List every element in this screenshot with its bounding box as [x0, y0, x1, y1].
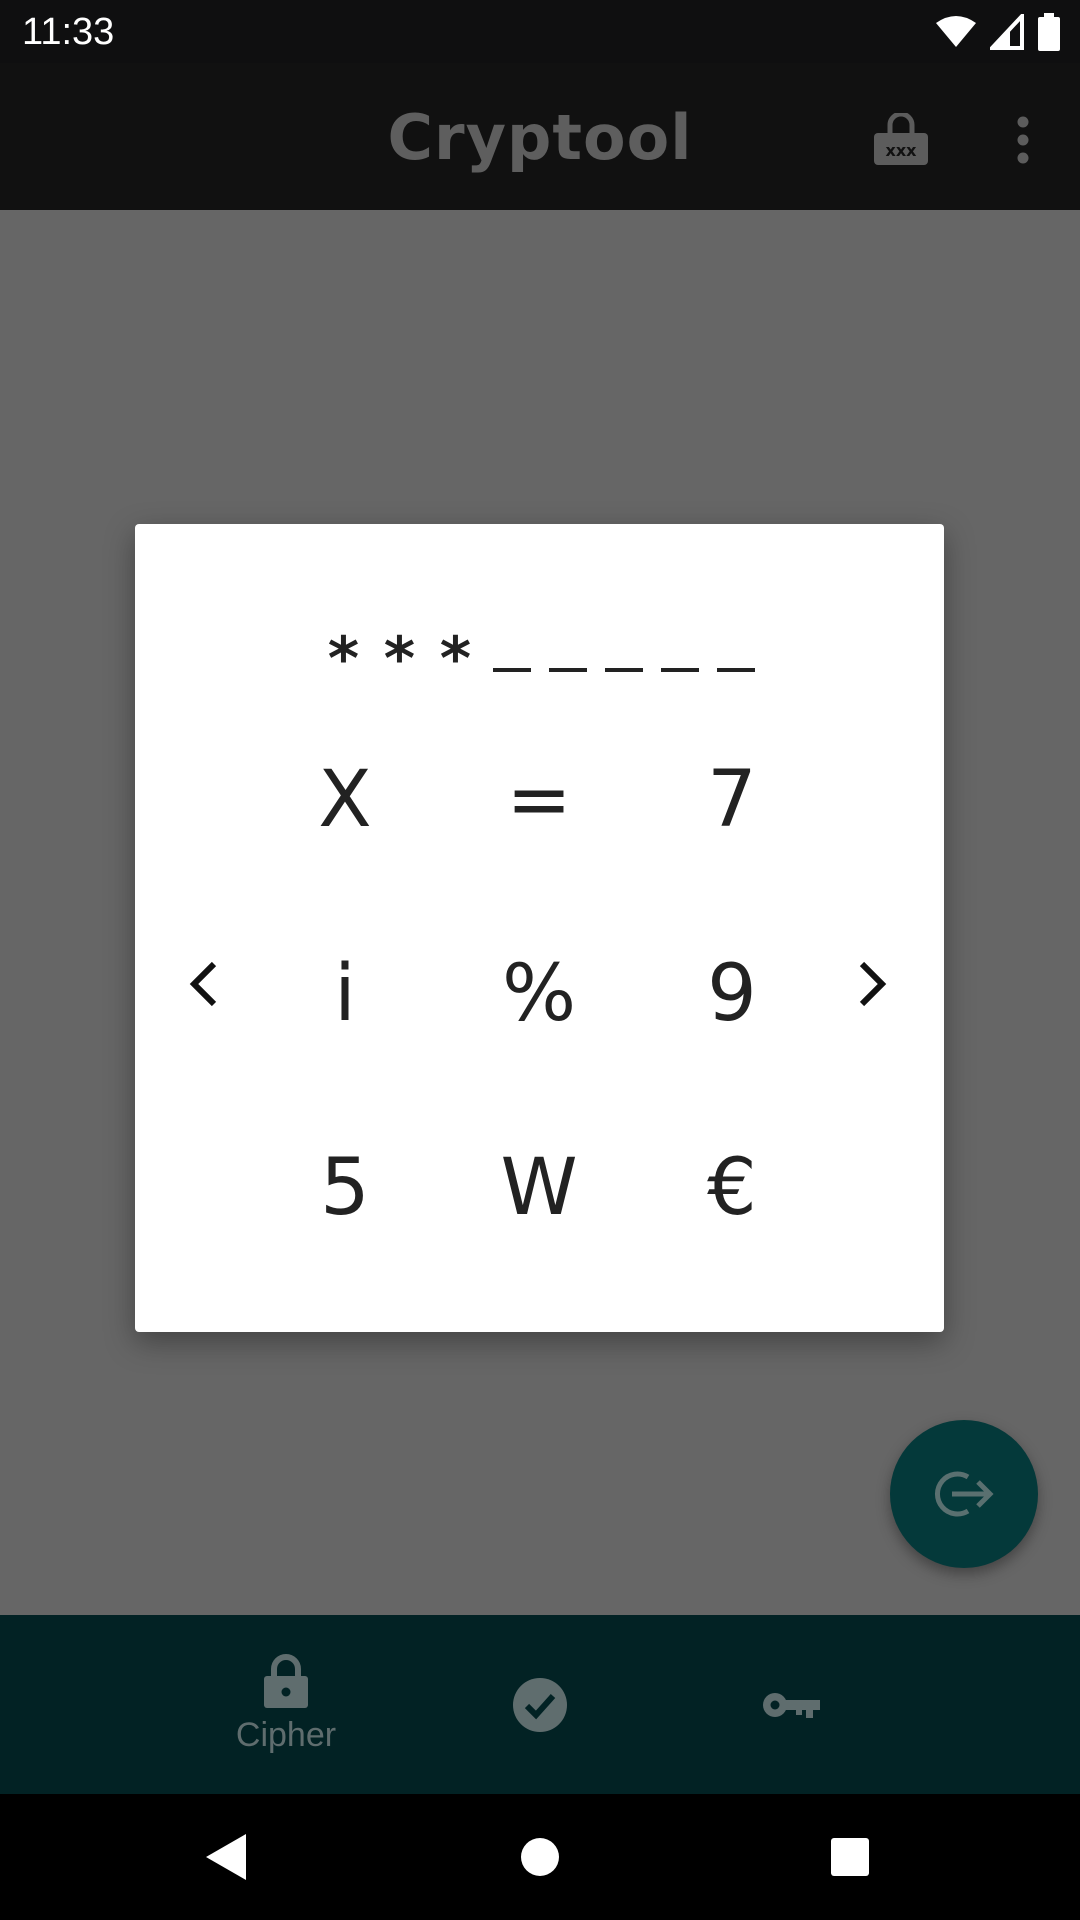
pin-empty-slot: [548, 668, 587, 672]
pin-empty-slot: [716, 668, 755, 672]
check-circle-icon: [513, 1677, 567, 1732]
keypad-key[interactable]: 9: [662, 924, 802, 1064]
system-navigation-bar: [0, 1794, 1080, 1920]
back-button[interactable]: [190, 1822, 260, 1892]
home-icon: [521, 1838, 559, 1876]
home-button[interactable]: [505, 1822, 575, 1892]
logout-fab[interactable]: [890, 1420, 1038, 1568]
lock-password-icon[interactable]: xxx: [866, 105, 936, 175]
wifi-icon: [936, 16, 976, 47]
pin-entered-char: *: [383, 624, 416, 694]
app-bar: Cryptool xxx: [0, 63, 1080, 210]
pin-empty-slot: [492, 668, 531, 672]
recents-icon: [831, 1838, 869, 1876]
status-icons: [936, 12, 1060, 52]
pin-entered-char: *: [439, 624, 472, 694]
battery-icon: [1038, 13, 1060, 51]
lock-icon: [264, 1654, 308, 1708]
pin-entered-char: *: [327, 624, 360, 694]
nav-item-cipher[interactable]: Cipher: [186, 1615, 386, 1794]
chevron-left-icon: [189, 961, 217, 1007]
pin-dialog: * * * X = 7 i % 9 5 W €: [135, 524, 944, 1332]
keypad-key[interactable]: €: [662, 1118, 802, 1258]
keypad-key[interactable]: i: [275, 924, 415, 1064]
bottom-navigation: Cipher: [0, 1615, 1080, 1794]
status-bar: 11:33: [0, 0, 1080, 63]
pin-display: * * *: [135, 594, 944, 694]
logout-icon: [935, 1471, 994, 1517]
keypad-key[interactable]: 5: [275, 1118, 415, 1258]
key-icon: [763, 1692, 820, 1718]
keypad-key[interactable]: =: [469, 730, 609, 870]
keypad-key[interactable]: W: [469, 1118, 609, 1258]
back-icon: [206, 1834, 246, 1880]
nav-item-key[interactable]: [692, 1615, 892, 1794]
nav-item-verify[interactable]: [440, 1615, 640, 1794]
previous-page-button[interactable]: [159, 924, 249, 1044]
keypad-key[interactable]: %: [469, 924, 609, 1064]
recents-button[interactable]: [815, 1822, 885, 1892]
status-time: 11:33: [22, 11, 115, 53]
signal-icon: [990, 14, 1024, 50]
pin-empty-slot: [660, 668, 699, 672]
next-page-button[interactable]: [827, 924, 917, 1044]
pin-empty-slot: [604, 668, 643, 672]
keypad-key[interactable]: X: [275, 730, 415, 870]
more-options-icon[interactable]: [988, 105, 1058, 175]
nav-label-cipher: Cipher: [235, 1716, 337, 1754]
keypad-key[interactable]: 7: [662, 730, 802, 870]
svg-text:xxx: xxx: [886, 141, 918, 160]
chevron-right-icon: [859, 961, 887, 1007]
